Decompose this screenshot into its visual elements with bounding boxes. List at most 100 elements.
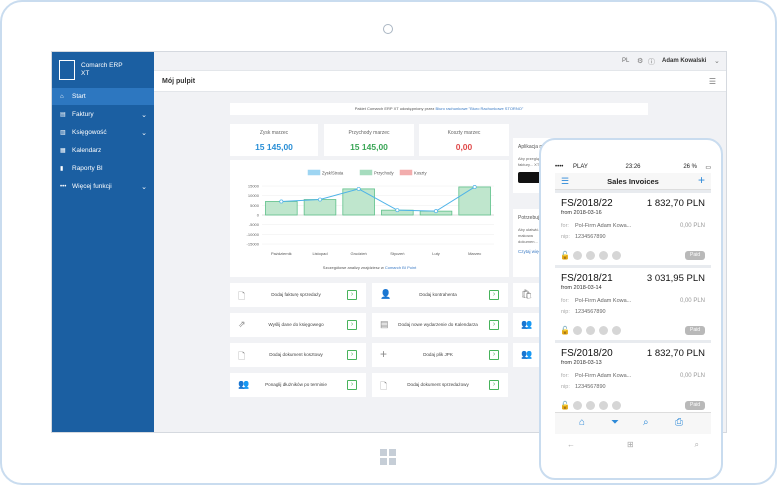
language-switch[interactable]: PL — [622, 58, 629, 64]
tile-label: Ponaglij dłużników po terminie — [265, 382, 327, 387]
x-tick-label: Grudzień — [351, 251, 367, 256]
chevron-down-icon: ⌄ — [141, 129, 147, 137]
sidebar: Comarch ERP XT ⌂ Start ▤ Faktury ⌄ ▥ Ksi… — [52, 52, 154, 432]
calendar-icon: ▤ — [380, 319, 389, 329]
filter-icon[interactable]: ⏷ — [611, 417, 619, 428]
invoice-amount: 1 832,70 PLN — [646, 348, 705, 359]
add-icon[interactable]: + — [698, 173, 705, 187]
finance-chart-card: 15000 10000 5000 0 -5000 -10000 -15000 Paździer… — [230, 160, 509, 277]
tile-send-to-accountant[interactable]: ⇗ Wyślij dane do księgowego › — [230, 313, 366, 337]
page-header: Mój pulpit ☰ — [154, 70, 726, 92]
invoice-date: from 2018-03-14 — [561, 285, 602, 291]
paid-badge: Paid — [685, 251, 705, 260]
comarch-logo-icon — [59, 60, 75, 80]
document-icon: 🗋 — [238, 291, 246, 301]
sidebar-item-label: Start — [72, 93, 86, 100]
arrow-right-icon[interactable]: › — [489, 380, 499, 390]
x-tick-label: Marzec — [468, 251, 481, 256]
sidebar-item-label: Faktury — [72, 111, 94, 118]
invoice-nip: 1234567890 — [575, 309, 606, 315]
tile-add-cost-document[interactable]: 🗋 Dodaj dokument kosztowy › — [230, 343, 366, 367]
tile-label: Dodaj kontrahenta — [419, 292, 457, 297]
invoice-icon: ▤ — [60, 112, 66, 118]
invoice-item[interactable]: FS/2018/22 1 832,70 PLN from 2018-03-16 … — [555, 193, 711, 265]
legend-swatch — [399, 169, 413, 176]
invoice-contractor: Pol-Firm Adam Kowa... — [575, 223, 632, 229]
arrow-right-icon[interactable]: › — [347, 320, 357, 330]
home-icon[interactable]: ⌂ — [579, 417, 585, 428]
legend-swatch — [359, 169, 373, 176]
search-icon[interactable]: ⌕ — [695, 440, 699, 450]
sidebar-item-start[interactable]: ⌂ Start — [52, 88, 154, 105]
stat-label: Przychody marzec — [348, 130, 390, 136]
sidebar-item-faktury[interactable]: ▤ Faktury ⌄ — [52, 106, 154, 123]
status-dot — [612, 326, 621, 335]
status-dot — [586, 251, 595, 260]
x-tick-label: Listopad — [312, 251, 327, 256]
camera-icon — [383, 24, 393, 34]
point-zysk — [279, 199, 284, 204]
bi-point-link[interactable]: Comarch BI Point — [385, 265, 416, 270]
tile-label: Dodaj dokument kosztowy — [269, 352, 323, 357]
tile-add-sales-document[interactable]: 🗋 Dodaj dokument sprzedażowy › — [372, 373, 508, 397]
page-title: Mój pulpit — [162, 78, 196, 85]
status-dot — [612, 401, 621, 410]
arrow-right-icon[interactable]: › — [347, 290, 357, 300]
sidebar-item-wiecej[interactable]: ••• Więcej funkcji ⌄ — [52, 178, 154, 195]
users-icon: 👥 — [521, 319, 533, 329]
legend-label: Koszty — [414, 171, 427, 176]
paid-badge: Paid — [685, 401, 705, 410]
list-menu-icon[interactable]: ☰ — [709, 77, 716, 86]
y-tick-label: 10000 — [248, 193, 260, 198]
arrow-right-icon[interactable]: › — [489, 320, 499, 330]
arrow-right-icon[interactable]: › — [489, 350, 499, 360]
tile-label: Wyślij dane do księgowego — [268, 322, 324, 327]
invoice-item[interactable]: FS/2018/20 1 832,70 PLN from 2018-03-13 … — [555, 343, 711, 412]
for-label: for: — [561, 373, 569, 379]
tile-add-calendar-event[interactable]: ▤ Dodaj nowe wydarzenie do Kalendarza › — [372, 313, 508, 337]
tile-label: Dodaj dokument sprzedażowy — [407, 382, 469, 387]
stat-label: Zysk marzec — [259, 130, 289, 136]
windows-logo-icon[interactable] — [379, 448, 397, 466]
invoice-number: FS/2018/21 — [561, 273, 613, 284]
lock-icon: 🔓 — [560, 251, 570, 260]
nip-label: nip: — [561, 234, 570, 240]
search-icon[interactable]: ⌕ — [643, 417, 649, 428]
stat-value: 0,00 — [455, 142, 473, 152]
printer-icon[interactable]: ⎙ — [675, 417, 683, 428]
arrow-right-icon[interactable]: › — [489, 290, 499, 300]
chevron-down-icon[interactable]: ⌄ — [714, 57, 720, 65]
notice-link[interactable]: Biuro rachunkowe "Biuro Rachunkowe STORN… — [436, 106, 524, 111]
tile-label: Dodaj plik JPK — [423, 352, 453, 357]
arrow-right-icon[interactable]: › — [347, 380, 357, 390]
user-menu[interactable]: Adam Kowalski — [662, 58, 706, 64]
tile-label: Dodaj nowe wydarzenie do Kalendarza — [398, 322, 478, 327]
stat-card-revenue: Przychody marzec 15 145,00 — [324, 124, 414, 156]
sidebar-item-raporty[interactable]: ▮ Raporty BI — [52, 160, 154, 177]
tile-remind-debtors[interactable]: 👥 Ponaglij dłużników po terminie › — [230, 373, 366, 397]
contractor-icon: 👤 — [380, 289, 392, 299]
arrow-right-icon[interactable]: › — [347, 350, 357, 360]
tile-add-sales-invoice[interactable]: 🗋 Dodaj fakturę sprzedaży › — [230, 283, 366, 307]
invoice-item[interactable]: FS/2018/21 3 031,95 PLN from 2018-03-14 … — [555, 268, 711, 340]
stat-label: Koszty marzec — [447, 130, 481, 136]
y-tick-label: 5000 — [250, 203, 260, 208]
battery-level: 26 % — [683, 164, 697, 170]
paid-badge: Paid — [685, 326, 705, 335]
sidebar-item-label: Księgowość — [72, 129, 107, 136]
sidebar-item-ksiegowosc[interactable]: ▥ Księgowość ⌄ — [52, 124, 154, 141]
chart-footer-text: Szczegółowe analizy znajdziesz w — [322, 265, 384, 270]
invoice-due: 0,00 PLN — [679, 298, 705, 304]
legend-swatch — [307, 169, 321, 176]
sidebar-item-kalendarz[interactable]: ▦ Kalendarz — [52, 142, 154, 159]
info-icon[interactable]: ⓘ — [648, 57, 655, 67]
gear-icon[interactable]: ⚙ — [637, 57, 643, 65]
invoice-list: FS/2018/22 1 832,70 PLN from 2018-03-16 … — [555, 190, 711, 412]
invoice-nip: 1234567890 — [575, 234, 606, 240]
y-tick-label: 0 — [257, 213, 260, 218]
tile-add-jpk-file[interactable]: + Dodaj plik JPK › — [372, 343, 508, 367]
chart-footer: Szczegółowe analizy znajdziesz w Comarch… — [230, 265, 509, 270]
back-arrow-icon[interactable]: ← — [567, 440, 575, 449]
tile-add-contractor[interactable]: 👤 Dodaj kontrahenta › — [372, 283, 508, 307]
windows-logo-icon[interactable]: ⊞ — [627, 440, 634, 449]
